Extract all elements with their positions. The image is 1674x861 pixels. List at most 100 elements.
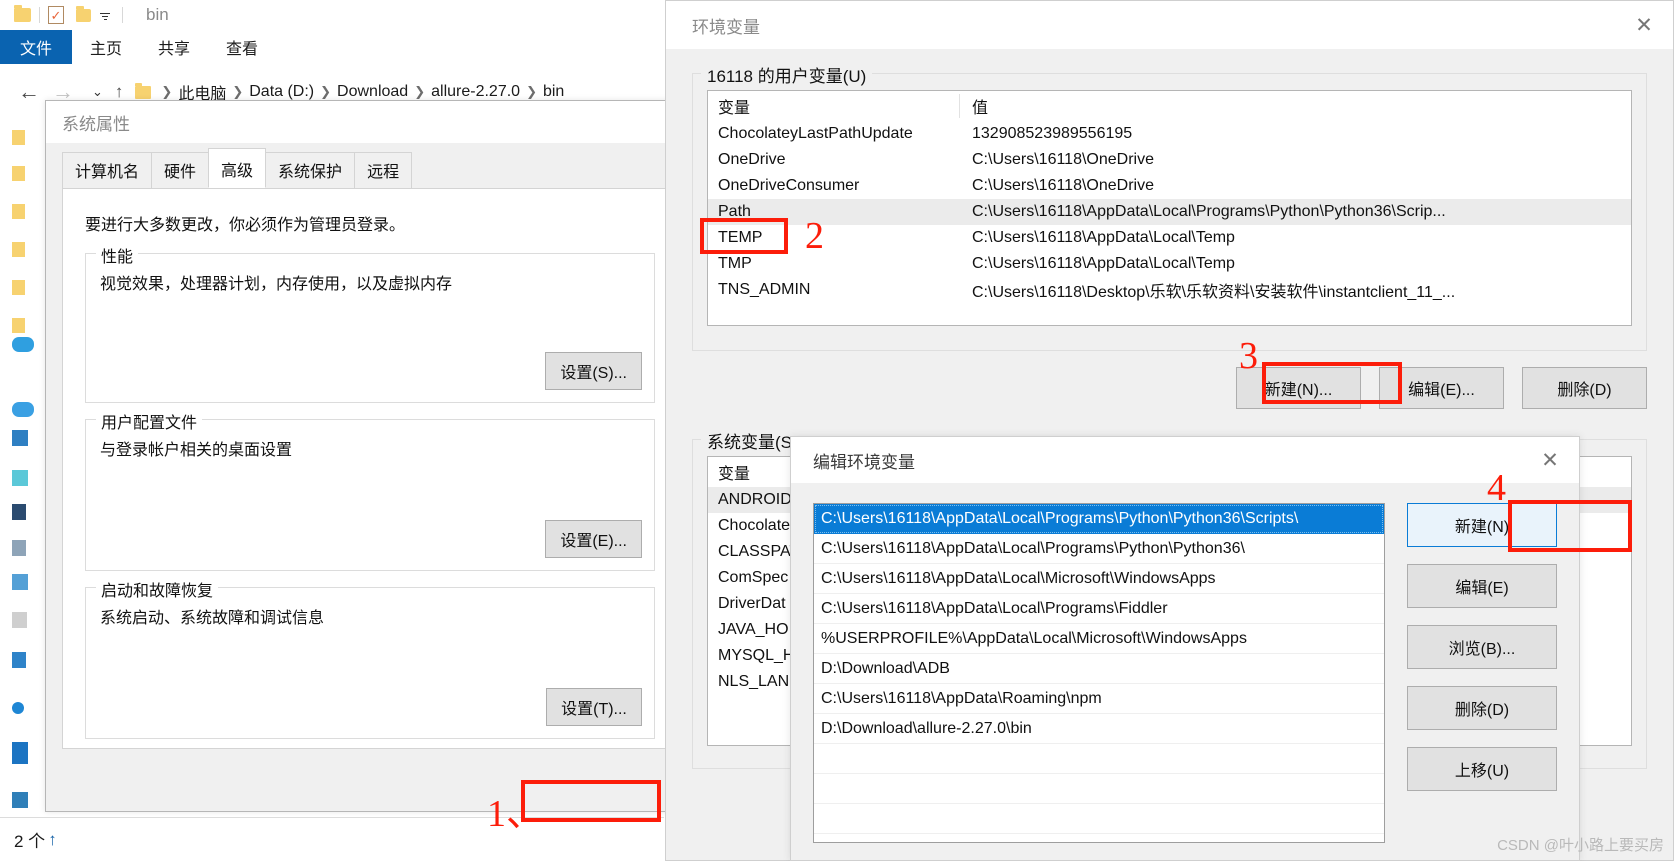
list-item[interactable]: C:\Users\16118\AppData\Local\Programs\Py…	[814, 504, 1384, 534]
documents-icon[interactable]	[12, 612, 27, 628]
startup-recovery-group-legend: 启动和故障恢复	[96, 577, 219, 601]
table-row[interactable]: OneDrive C:\Users\16118\OneDrive	[708, 147, 1631, 173]
system-properties-body: 计算机名 硬件 高级 系统保护 远程 要进行大多数更改，你必须作为管理员登录。 …	[46, 143, 694, 811]
drive-icon[interactable]	[12, 470, 28, 486]
variable-value: C:\Users\16118\AppData\Local\Temp	[972, 255, 1235, 272]
tab-remote[interactable]: 远程	[354, 152, 413, 188]
list-item[interactable]: D:\Download\ADB	[814, 654, 1384, 684]
folder-icon[interactable]	[12, 318, 25, 333]
list-item[interactable]: %USERPROFILE%\AppData\Local\Microsoft\Wi…	[814, 624, 1384, 654]
edit-dialog-button-column: 新建(N) 编辑(E) 浏览(B)... 删除(D) 上移(U)	[1407, 503, 1557, 860]
divider	[39, 7, 40, 23]
table-row[interactable]: OneDriveConsumer C:\Users\16118\OneDrive	[708, 173, 1631, 199]
ribbon-tab-share[interactable]: 共享	[140, 30, 208, 64]
list-item[interactable]: C:\Users\16118\AppData\Roaming\npm	[814, 684, 1384, 714]
drive-icon[interactable]	[12, 504, 26, 520]
folder-icon[interactable]	[12, 242, 25, 257]
path-entries-list[interactable]: C:\Users\16118\AppData\Local\Programs\Py…	[813, 503, 1385, 843]
user-variables-button-row: 新建(N)... 编辑(E)... 删除(D)	[692, 367, 1647, 409]
list-item[interactable]: C:\Users\16118\AppData\Local\Programs\Py…	[814, 534, 1384, 564]
user-variables-legend: 16118 的用户变量(U)	[701, 62, 873, 87]
recent-locations-icon[interactable]: ⌄	[86, 84, 109, 100]
chevron-right-icon: ❯	[320, 84, 332, 99]
path-browse-button[interactable]: 浏览(B)...	[1407, 625, 1557, 669]
new-folder-icon[interactable]	[76, 5, 91, 22]
performance-description: 视觉效果，处理器计划，内存使用，以及虚拟内存	[100, 276, 453, 293]
table-row[interactable]: TMP C:\Users\16118\AppData\Local\Temp	[708, 251, 1631, 277]
onedrive-cloud-icon[interactable]	[12, 402, 34, 417]
admin-notice-text: 要进行大多数更改，你必须作为管理员登录。	[85, 217, 406, 234]
performance-settings-button[interactable]: 设置(S)...	[545, 352, 642, 390]
list-item-empty[interactable]	[814, 774, 1384, 804]
system-properties-dialog: 系统属性 计算机名 硬件 高级 系统保护 远程 要进行大多数更改，你必须作为管理…	[45, 100, 695, 812]
edit-dialog-title: 编辑环境变量	[813, 452, 915, 472]
edit-dialog-body: C:\Users\16118\AppData\Local\Programs\Py…	[791, 483, 1579, 860]
table-row[interactable]: TEMP C:\Users\16118\AppData\Local\Temp	[708, 225, 1631, 251]
path-new-button[interactable]: 新建(N)	[1407, 503, 1557, 547]
pictures-icon[interactable]	[12, 574, 28, 590]
close-icon[interactable]: ✕	[1521, 436, 1579, 484]
close-icon[interactable]: ✕	[1615, 1, 1673, 49]
tab-advanced[interactable]: 高级	[208, 148, 267, 188]
breadcrumb-item-2[interactable]: Download	[337, 83, 408, 101]
ribbon-tab-file[interactable]: 文件	[0, 30, 73, 64]
explorer-titlebar: ✓ bin	[0, 0, 664, 30]
breadcrumb-item-4[interactable]: bin	[543, 83, 564, 101]
ribbon-tab-view[interactable]: 查看	[208, 30, 276, 64]
chevron-down-icon[interactable]	[100, 11, 110, 20]
onedrive-cloud-icon[interactable]	[12, 337, 34, 352]
properties-icon[interactable]: ✓	[48, 6, 64, 24]
downloads-icon[interactable]	[12, 652, 26, 668]
library-icon[interactable]	[12, 540, 26, 556]
folder-icon[interactable]	[12, 130, 25, 145]
variable-name: OneDriveConsumer	[718, 177, 860, 194]
screen-root: ✓ bin 文件 主页 共享 查看 ← → ⌄ ↑ ❯ 此电脑 ❯ Data (…	[0, 0, 1674, 861]
variable-name: TEMP	[718, 229, 763, 246]
list-item[interactable]: C:\Users\16118\AppData\Local\Microsoft\W…	[814, 564, 1384, 594]
user-variables-group: 16118 的用户变量(U) 变量 值 ChocolateyLastPathUp…	[692, 62, 1647, 351]
user-variables-table[interactable]: 变量 值 ChocolateyLastPathUpdate 1329085239…	[707, 90, 1632, 326]
tab-computer-name[interactable]: 计算机名	[62, 152, 153, 188]
table-row[interactable]: ChocolateyLastPathUpdate 132908523989556…	[708, 121, 1631, 147]
chevron-right-icon: ❯	[232, 84, 244, 99]
table-header-row: 变量 值	[708, 91, 1631, 121]
environment-variables-title: 环境变量	[692, 17, 760, 37]
this-pc-icon[interactable]	[12, 430, 28, 446]
user-new-button[interactable]: 新建(N)...	[1236, 367, 1361, 409]
table-row-path[interactable]: Path C:\Users\16118\AppData\Local\Progra…	[708, 199, 1631, 225]
list-item-empty[interactable]	[814, 744, 1384, 774]
environment-variables-titlebar: 环境变量 ✕	[666, 1, 1673, 49]
user-profiles-group: 用户配置文件 与登录帐户相关的桌面设置 设置(E)...	[85, 409, 655, 571]
path-delete-button[interactable]: 删除(D)	[1407, 686, 1557, 730]
startup-recovery-settings-button[interactable]: 设置(T)...	[546, 688, 642, 726]
drive-icon[interactable]	[12, 792, 28, 808]
folder-icon[interactable]	[12, 280, 25, 295]
performance-group: 性能 视觉效果，处理器计划，内存使用，以及虚拟内存 设置(S)...	[85, 243, 655, 403]
path-move-up-button[interactable]: 上移(U)	[1407, 747, 1557, 791]
breadcrumb-item-1[interactable]: Data (D:)	[249, 83, 314, 101]
folder-icon[interactable]	[12, 204, 25, 219]
variable-value: C:\Users\16118\Desktop\乐软\乐软资料\安装软件\inst…	[972, 284, 1456, 301]
system-variables-legend: 系统变量(S)	[701, 428, 804, 453]
variable-name: Path	[718, 203, 751, 220]
startup-recovery-description: 系统启动、系统故障和调试信息	[100, 610, 325, 627]
variable-name: TMP	[718, 255, 752, 272]
table-row[interactable]: TNS_ADMIN C:\Users\16118\Desktop\乐软\乐软资料…	[708, 277, 1631, 303]
breadcrumb-item-3[interactable]: allure-2.27.0	[431, 83, 520, 101]
up-button[interactable]: ↑	[109, 82, 130, 102]
tab-system-protection[interactable]: 系统保护	[265, 152, 356, 188]
path-edit-button[interactable]: 编辑(E)	[1407, 564, 1557, 608]
list-item[interactable]: C:\Users\16118\AppData\Local\Programs\Fi…	[814, 594, 1384, 624]
divider	[122, 7, 123, 23]
back-button[interactable]: ←	[12, 79, 46, 105]
drive-icon[interactable]	[12, 742, 28, 764]
list-item-empty[interactable]	[814, 804, 1384, 834]
folder-icon[interactable]	[12, 166, 25, 181]
list-item[interactable]: D:\Download\allure-2.27.0\bin	[814, 714, 1384, 744]
ribbon-tab-home[interactable]: 主页	[72, 30, 140, 64]
user-profiles-settings-button[interactable]: 设置(E)...	[545, 520, 642, 558]
user-delete-button[interactable]: 删除(D)	[1522, 367, 1647, 409]
network-icon[interactable]	[12, 702, 24, 714]
user-edit-button[interactable]: 编辑(E)...	[1379, 367, 1504, 409]
tab-hardware[interactable]: 硬件	[151, 152, 210, 188]
